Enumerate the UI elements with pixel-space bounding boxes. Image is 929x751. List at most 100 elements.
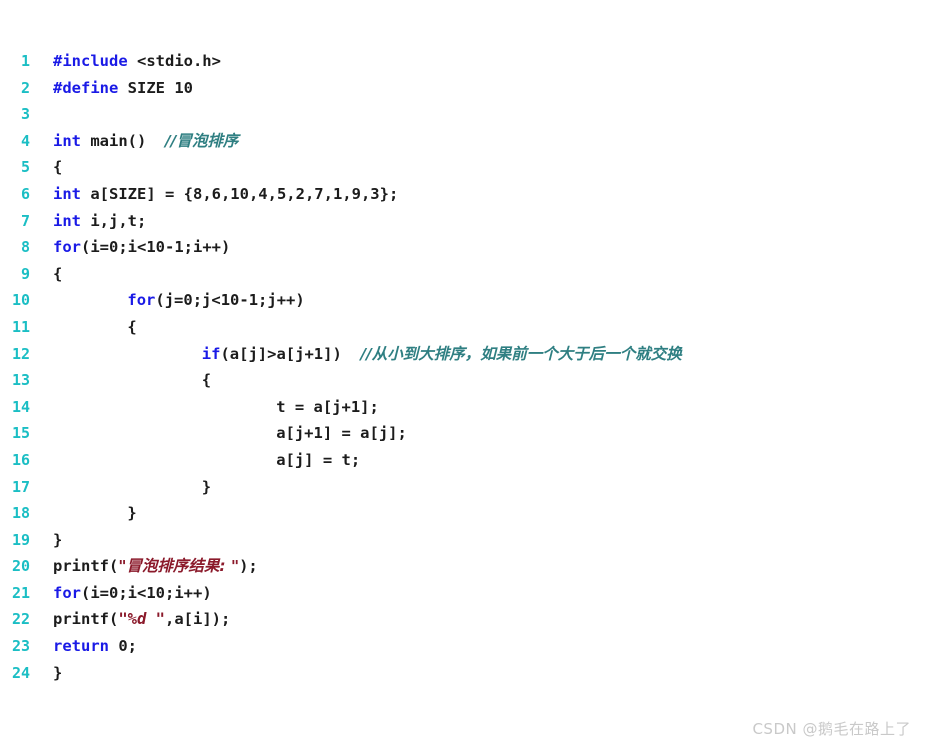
code-token-pre: #include bbox=[53, 52, 128, 70]
code-line: 4 int main() //冒泡排序 bbox=[0, 128, 929, 155]
code-line: 23 return 0; bbox=[0, 633, 929, 660]
line-number: 22 bbox=[11, 610, 30, 629]
line-number: 15 bbox=[11, 424, 30, 443]
code-token-plain: SIZE 10 bbox=[118, 78, 193, 97]
line-number: 23 bbox=[11, 637, 30, 656]
code-token-string-cn: "冒泡排序结果: " bbox=[118, 557, 240, 576]
line-number: 21 bbox=[11, 583, 30, 602]
code-line: 24} bbox=[0, 660, 929, 687]
code-line: 3 bbox=[0, 101, 929, 128]
code-token-plain: (a[j]>a[j+1]) bbox=[220, 344, 361, 363]
code-token-plain: { bbox=[201, 371, 212, 390]
code-token-plain: (i=0;i<10-1;i++) bbox=[81, 238, 231, 257]
line-number: 17 bbox=[11, 477, 30, 496]
code-line: 12 if(a[j]>a[j+1]) //从小到大排序，如果前一个大于后一个就交换 bbox=[0, 341, 929, 368]
line-number: 16 bbox=[11, 450, 30, 469]
line-number: 14 bbox=[11, 397, 30, 416]
code-token-kw: int bbox=[53, 211, 81, 230]
code-token-kw: if bbox=[201, 344, 221, 363]
code-line: 11 { bbox=[0, 314, 929, 341]
code-line-text: printf("%d ",a[i]); bbox=[30, 606, 230, 633]
code-token-plain: a[j] = t; bbox=[276, 450, 361, 469]
code-token-plain: { bbox=[127, 317, 137, 336]
code-token-plain: (j=0;j<10-1;j++) bbox=[155, 291, 305, 310]
code-token-plain: } bbox=[201, 477, 212, 496]
line-number: 19 bbox=[11, 530, 30, 549]
code-token-kw: for bbox=[127, 291, 156, 310]
code-token-string: "%d " bbox=[118, 610, 165, 629]
code-token-plain: } bbox=[53, 530, 63, 549]
code-line-text: a[j+1] = a[j]; bbox=[30, 420, 407, 447]
code-line: 15 a[j+1] = a[j]; bbox=[0, 420, 929, 447]
line-number: 6 bbox=[20, 184, 30, 203]
code-line: 9{ bbox=[0, 261, 929, 288]
code-line-text: #include <stdio.h> bbox=[30, 48, 221, 75]
code-token-plain: { bbox=[53, 264, 63, 283]
code-token-plain: 0; bbox=[109, 637, 137, 656]
line-number: 5 bbox=[20, 158, 30, 177]
code-line-text: { bbox=[30, 314, 137, 341]
code-line-text: return 0; bbox=[30, 633, 137, 660]
code-token-plain: a[j+1] = a[j]; bbox=[276, 424, 407, 443]
code-token-kw: for bbox=[53, 583, 81, 602]
code-line: 18} bbox=[0, 500, 929, 527]
code-line-text: if(a[j]>a[j+1]) //从小到大排序，如果前一个大于后一个就交换 bbox=[30, 341, 682, 368]
line-number: 24 bbox=[11, 663, 30, 682]
code-line-text: } bbox=[30, 527, 62, 554]
code-listing: 1 #include <stdio.h> 2 #define SIZE 10 3 4 int… bbox=[0, 48, 929, 686]
code-token-plain: a[SIZE] = {8,6,10,4,5,2,7,1,9,3}; bbox=[81, 184, 399, 203]
line-number: 11 bbox=[11, 317, 30, 336]
code-line-text: { bbox=[30, 367, 211, 394]
code-line-text: } bbox=[30, 474, 211, 501]
code-line-text: #define SIZE 10 bbox=[30, 75, 193, 102]
code-line-text: printf("冒泡排序结果: "); bbox=[30, 553, 258, 580]
code-line: 14 t = a[j+1]; bbox=[0, 394, 929, 421]
code-token-comment: //冒泡排序 bbox=[165, 131, 239, 150]
code-token-plain: ,a[i]); bbox=[165, 610, 231, 629]
code-line: 7 int i,j,t; bbox=[0, 208, 929, 235]
code-line-text: t = a[j+1]; bbox=[30, 394, 379, 421]
code-token-plain: t = a[j+1]; bbox=[276, 397, 379, 416]
line-number: 20 bbox=[11, 557, 30, 576]
code-token-kw: return bbox=[53, 637, 109, 656]
code-token-kw: int bbox=[53, 131, 81, 150]
code-line: 2 #define SIZE 10 bbox=[0, 75, 929, 102]
line-number: 8 bbox=[20, 238, 30, 257]
code-line-text: { bbox=[30, 154, 62, 181]
code-line: 20 printf("冒泡排序结果: "); bbox=[0, 553, 929, 580]
code-token-plain: { bbox=[53, 158, 63, 177]
code-line: 16 a[j] = t; bbox=[0, 447, 929, 474]
code-line: 21 for(i=0;i<10;i++) bbox=[0, 580, 929, 607]
line-number: 10 bbox=[11, 291, 30, 310]
code-line-text: } bbox=[30, 500, 137, 527]
code-line: 1 #include <stdio.h> bbox=[0, 48, 929, 75]
code-token-pre: #define bbox=[53, 78, 119, 97]
code-token-kw: int bbox=[53, 184, 81, 203]
code-line-text: } bbox=[30, 660, 62, 687]
line-number: 2 bbox=[20, 78, 30, 97]
code-line-text: int i,j,t; bbox=[30, 208, 146, 235]
line-number: 7 bbox=[20, 211, 30, 230]
csdn-watermark: CSDN @鹅毛在路上了 bbox=[752, 720, 911, 738]
code-line-text: for(i=0;i<10-1;i++) bbox=[30, 234, 230, 261]
code-token-plain: i,j,t; bbox=[81, 211, 147, 230]
code-token-plain: (i=0;i<10;i++) bbox=[81, 583, 212, 602]
code-token-plain: main() bbox=[81, 131, 165, 150]
line-number: 13 bbox=[11, 371, 30, 390]
line-number: 3 bbox=[20, 105, 30, 124]
code-line: 17} bbox=[0, 474, 929, 501]
code-line-text: for(j=0;j<10-1;j++) bbox=[30, 287, 305, 314]
code-token-comment: //从小到大排序，如果前一个大于后一个就交换 bbox=[360, 344, 682, 363]
code-token-kw: for bbox=[53, 238, 81, 257]
line-number: 1 bbox=[20, 52, 30, 70]
code-token-plain: } bbox=[127, 504, 137, 523]
code-line-text: int main() //冒泡排序 bbox=[30, 128, 238, 155]
code-token-plain: } bbox=[53, 663, 63, 682]
line-number: 18 bbox=[11, 504, 30, 523]
code-line-text: int a[SIZE] = {8,6,10,4,5,2,7,1,9,3}; bbox=[30, 181, 398, 208]
code-line-text: a[j] = t; bbox=[30, 447, 360, 474]
code-line: 5{ bbox=[0, 154, 929, 181]
code-line: 13 { bbox=[0, 367, 929, 394]
code-line: 22 printf("%d ",a[i]); bbox=[0, 606, 929, 633]
code-token-plain: printf( bbox=[53, 610, 119, 629]
